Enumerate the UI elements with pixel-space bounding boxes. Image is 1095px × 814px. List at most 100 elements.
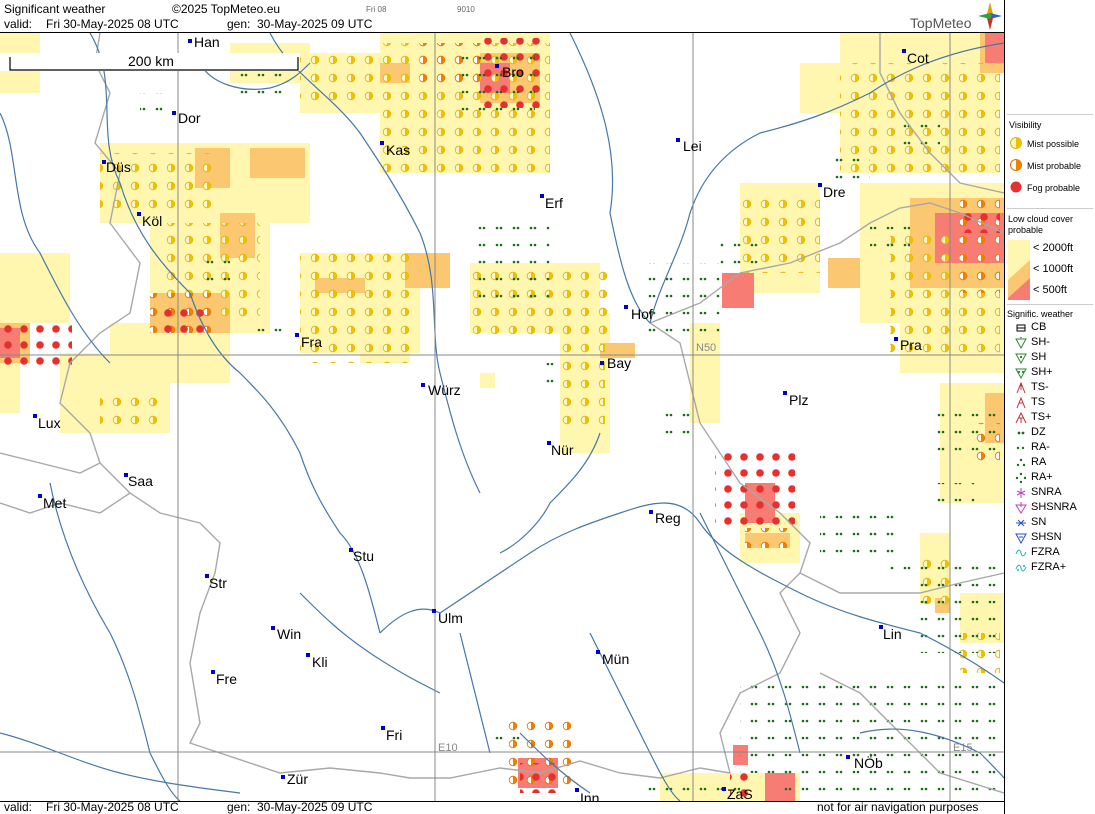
city-label: Nür: [551, 442, 574, 458]
city-label: Dor: [178, 110, 201, 126]
fzra-icon: [1015, 549, 1027, 557]
city-label: Hof: [631, 306, 653, 322]
ra-heavy-icon: [1015, 472, 1027, 484]
legend-sh: SH: [1031, 351, 1047, 363]
city-label: NÖb: [854, 754, 883, 771]
city-label: Stu: [353, 548, 374, 564]
legend-lowcloud-title-2: probable: [1008, 225, 1044, 235]
ra-light-icon: [1016, 446, 1025, 450]
city-marker: [894, 337, 898, 341]
city-marker: [783, 391, 787, 395]
city-marker: [188, 39, 192, 43]
footer-gen-value: 30-May-2025 09 UTC: [257, 800, 373, 814]
legend-cloud-2000: < 2000ft: [1033, 242, 1074, 254]
sh-icon: [1015, 353, 1027, 364]
snra-icon: [1016, 488, 1026, 498]
dz-icon: [1017, 431, 1025, 435]
compass-logo-icon: [978, 2, 1002, 30]
city-erf: Erf: [540, 194, 563, 211]
city-label: Met: [43, 495, 66, 511]
scale-bar: 200 km: [0, 53, 300, 71]
city-marker: [649, 510, 653, 514]
city-label: Lin: [883, 626, 902, 642]
shsnra-icon: [1015, 502, 1027, 514]
valid-value: Fri 30-May-2025 08 UTC: [46, 17, 179, 31]
city-label: Win: [277, 626, 301, 642]
ts-light-icon: [1016, 382, 1026, 394]
legend-fog-probable: Fog probable: [1027, 183, 1081, 193]
city-label: Fre: [216, 671, 237, 687]
sn-icon: [1016, 519, 1026, 527]
city-dor: Dor: [172, 110, 201, 126]
city-label: Düs: [106, 159, 131, 175]
city-marker: [306, 653, 310, 657]
grid-label-e15: E15: [953, 742, 973, 754]
legend-ts: TS: [1031, 396, 1046, 408]
city-label: Fra: [301, 334, 322, 350]
city-nxr: Nür: [547, 441, 574, 458]
city-mxn: Mün: [596, 650, 629, 667]
city-marker: [432, 609, 436, 613]
disclaimer: not for air navigation purposes: [817, 800, 979, 814]
city-label: Str: [209, 575, 227, 591]
city-str: Str: [205, 574, 227, 591]
grid-label-n50: N50: [696, 342, 716, 354]
weather-map[interactable]: N50 E10 E15 200 km Han Bro Cot Dor Kas Lei Düs…: [0, 32, 1004, 802]
shsn-icon: [1015, 533, 1027, 544]
city-label: Mün: [602, 651, 629, 667]
city-marker: [172, 111, 176, 115]
city-marker: [540, 194, 544, 198]
city-marker: [381, 726, 385, 730]
mist-possible-symbols: [100, 43, 1000, 673]
city-lin: Lin: [879, 625, 902, 642]
valid-label: valid:: [4, 17, 33, 31]
tiny-day-label: Fri 08: [366, 5, 387, 14]
legend-fzra-heavy: FZRA+: [1031, 561, 1067, 573]
legend-panel: Visibility Mist possible Mist probable F…: [1004, 0, 1095, 814]
city-label: Lux: [38, 415, 61, 431]
city-marker: [902, 49, 906, 53]
mist-possible-icon: [1010, 137, 1022, 149]
footer-gen-label: gen:: [227, 800, 251, 814]
legend-shsnra: SHSNRA: [1031, 501, 1077, 513]
copyright: ©2025 TopMeteo.eu: [172, 2, 281, 16]
footer-valid-value: Fri 30-May-2025 08 UTC: [46, 800, 179, 814]
city-label: ZaS: [727, 786, 753, 801]
city-stu: Stu: [349, 548, 374, 564]
city-fra: Fra: [295, 333, 322, 350]
legend-visibility-title: Visibility: [1009, 120, 1042, 130]
city-marker: [295, 333, 299, 337]
legend-ra-heavy: RA+: [1031, 471, 1053, 483]
city-fre: Fre: [211, 670, 237, 687]
legend-ts-light: TS-: [1031, 381, 1049, 393]
city-label: Erf: [545, 195, 563, 211]
legend-mist-possible: Mist possible: [1027, 139, 1080, 149]
city-label: Lei: [683, 138, 702, 154]
city-label: Zür: [287, 771, 308, 787]
city-marker: [600, 361, 604, 365]
ts-heavy-icon: [1015, 412, 1027, 424]
city-label: Kas: [386, 142, 410, 158]
legend-cloud-500: < 500ft: [1033, 284, 1067, 296]
city-marker: [624, 305, 628, 309]
footer: valid: Fri 30-May-2025 08 UTC gen: 30-Ma…: [0, 800, 1004, 814]
city-label: Kli: [312, 654, 328, 670]
legend-ra-light: RA-: [1031, 441, 1050, 453]
legend-cloud-1000: < 1000ft: [1033, 263, 1074, 275]
city-marker: [211, 670, 215, 674]
gen-label: gen:: [227, 17, 251, 31]
city-marker: [271, 626, 275, 630]
legend-sn: SN: [1031, 516, 1047, 528]
city-marker: [722, 787, 726, 791]
city-zas: ZaS: [722, 786, 753, 801]
city-label: Reg: [655, 510, 681, 526]
city-label: Würz: [428, 382, 461, 398]
city-marker: [575, 788, 579, 792]
map-title: Significant weather: [4, 2, 106, 16]
city-marker: [495, 64, 499, 68]
city-marker: [38, 494, 42, 498]
fzra-heavy-icon: [1015, 564, 1027, 572]
city-marker: [818, 183, 822, 187]
city-marker: [33, 414, 37, 418]
city-met: Met: [38, 494, 66, 511]
